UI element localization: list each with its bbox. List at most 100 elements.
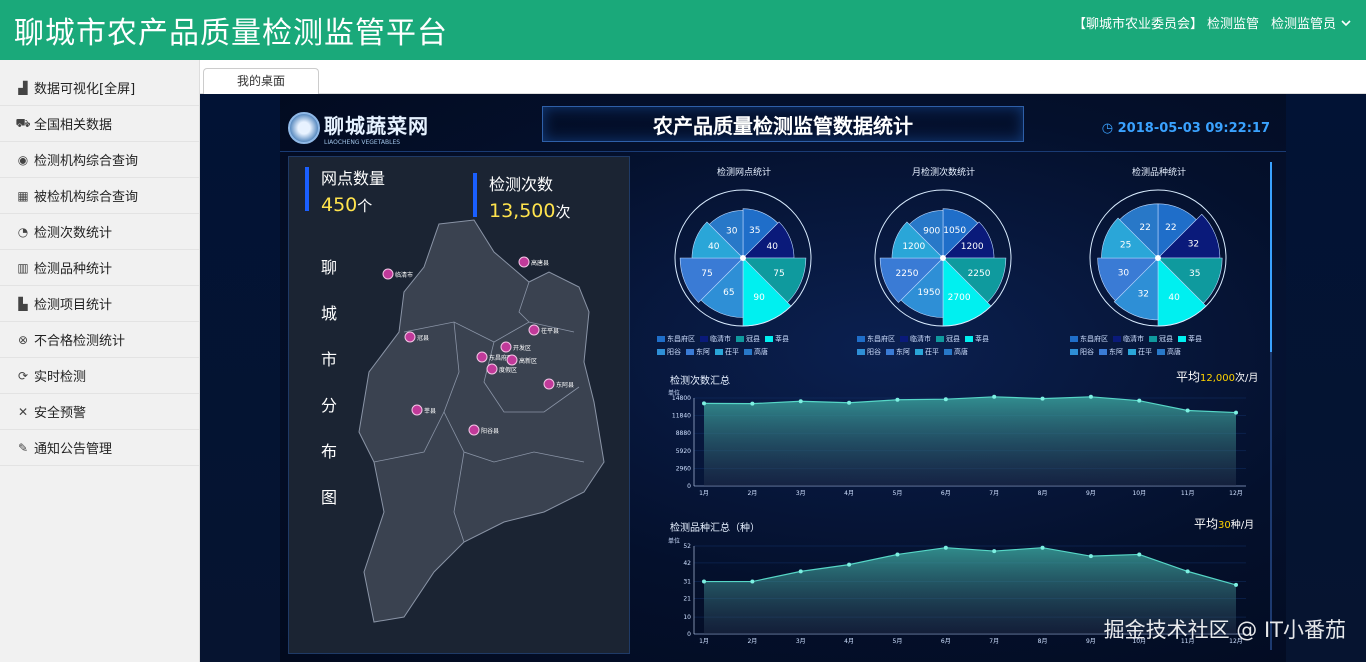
y-tick-label: 0 [687, 483, 691, 490]
column-chart-icon: ▙ [18, 296, 28, 311]
data-point[interactable] [702, 401, 706, 406]
sidebar-item[interactable]: ⛟ 全国相关数据 [0, 106, 199, 142]
y-tick-label: 31 [683, 579, 691, 586]
legend-label: 东阿 [696, 348, 710, 356]
legend-item[interactable]: 高唐 [744, 347, 768, 357]
legend-item[interactable]: 茌平 [715, 347, 739, 357]
header-user-area[interactable]: 【聊城市农业委员会】 检测监管 检测监管员 [1073, 13, 1352, 32]
data-point[interactable] [1234, 410, 1238, 415]
data-point[interactable] [847, 400, 852, 405]
data-point[interactable] [1234, 582, 1238, 587]
data-point[interactable] [798, 569, 803, 574]
legend-item[interactable]: 高唐 [1157, 347, 1181, 357]
x-tick-label: 3月 [796, 490, 806, 497]
legend-item[interactable]: 莘县 [965, 334, 989, 344]
data-point[interactable] [847, 562, 852, 567]
city-marker[interactable] [506, 354, 518, 366]
legend-item[interactable]: 阳谷 [1070, 347, 1094, 357]
legend-item[interactable]: 茌平 [1128, 347, 1152, 357]
legend-swatch [936, 336, 944, 342]
sidebar-item[interactable]: ✎ 通知公告管理 [0, 430, 199, 466]
legend-item[interactable]: 东昌府区 [1070, 334, 1108, 344]
city-marker[interactable] [518, 256, 530, 268]
sidebar-item[interactable]: ▟ 数据可视化[全屏] [0, 70, 199, 106]
data-point[interactable] [1185, 408, 1190, 413]
legend-item[interactable]: 莘县 [765, 334, 789, 344]
pie-chart-outlets[interactable]: 35 40 75 90 65 75 40 30 [673, 188, 813, 328]
data-point[interactable] [895, 552, 900, 557]
data-point[interactable] [702, 579, 706, 584]
data-point[interactable] [1137, 552, 1142, 557]
chevron-down-icon[interactable] [1340, 17, 1352, 29]
data-point[interactable] [750, 579, 755, 584]
sidebar-item[interactable]: ◔ 检测次数统计 [0, 214, 199, 250]
tab-my-desktop[interactable]: 我的桌面 [203, 68, 319, 94]
sidebar-item[interactable]: ⟳ 实时检测 [0, 358, 199, 394]
sidebar-item[interactable]: ▥ 检测品种统计 [0, 250, 199, 286]
city-label: 开发区 [513, 344, 531, 352]
city-marker[interactable] [468, 424, 480, 436]
user-menu[interactable]: 检测监管员 [1271, 13, 1336, 32]
legend-item[interactable]: 茌平 [915, 347, 939, 357]
sidebar-item[interactable]: ⊗ 不合格检测统计 [0, 322, 199, 358]
pie-chart-monthly-tests[interactable]: 1050 1200 2250 2700 1950 2250 1200 900 [873, 188, 1013, 328]
legend-item[interactable]: 冠县 [736, 334, 760, 344]
legend-item[interactable]: 高唐 [944, 347, 968, 357]
sidebar-item[interactable]: ▦ 被检机构综合查询 [0, 178, 199, 214]
data-point[interactable] [895, 397, 900, 402]
legend-item[interactable]: 东阿 [886, 347, 910, 357]
legend-item[interactable]: 东阿 [686, 347, 710, 357]
legend-item[interactable]: 阳谷 [857, 347, 881, 357]
legend-label: 阳谷 [667, 348, 681, 356]
sidebar-item[interactable]: ◉ 检测机构综合查询 [0, 142, 199, 178]
data-point[interactable] [1040, 396, 1045, 401]
city-marker[interactable] [486, 363, 498, 375]
city-marker[interactable] [528, 324, 540, 336]
legend-item[interactable]: 临清市 [900, 334, 931, 344]
city-marker[interactable] [382, 268, 394, 280]
city-map[interactable]: 临清市高唐县茌平县冠县东昌府区开发区高新区度假区东阿县莘县阳谷县 [344, 212, 624, 632]
x-tick-label: 9月 [1086, 490, 1096, 497]
logo-name: 聊城蔬菜网 [324, 114, 429, 138]
sidebar-item[interactable]: ▙ 检测项目统计 [0, 286, 199, 322]
data-point[interactable] [1137, 398, 1142, 403]
area-chart-tests[interactable]: 单位029605920888011840148001月 2月 3月 4月 5月 6月 7月 8… [662, 386, 1254, 498]
pie-center [940, 255, 946, 261]
chart-scrollbar[interactable] [1270, 162, 1272, 650]
logo-emblem-icon [288, 112, 320, 144]
data-point[interactable] [1088, 394, 1093, 399]
legend-item[interactable]: 冠县 [936, 334, 960, 344]
city-marker[interactable] [543, 378, 555, 390]
legend-swatch [715, 349, 723, 355]
pie-label: 30 [726, 227, 738, 237]
y-tick-label: 10 [683, 614, 691, 621]
data-point[interactable] [992, 549, 997, 554]
legend-swatch [736, 336, 744, 342]
legend-item[interactable]: 阳谷 [657, 347, 681, 357]
scrollbar-thumb[interactable] [1270, 162, 1272, 352]
legend-item[interactable]: 东昌府区 [657, 334, 695, 344]
data-point[interactable] [943, 545, 948, 550]
legend-item[interactable]: 临清市 [1113, 334, 1144, 344]
sidebar-item-label: 检测品种统计 [34, 262, 113, 277]
data-point[interactable] [1040, 545, 1045, 550]
sidebar-item-label: 数据可视化[全屏] [34, 82, 136, 97]
data-point[interactable] [750, 401, 755, 406]
data-point[interactable] [943, 397, 948, 402]
pie-label: 90 [753, 293, 765, 303]
data-point[interactable] [798, 399, 803, 404]
legend-item[interactable]: 冠县 [1149, 334, 1173, 344]
legend-item[interactable]: 临清市 [700, 334, 731, 344]
city-marker[interactable] [404, 331, 416, 343]
sidebar-item[interactable]: ✕ 安全预警 [0, 394, 199, 430]
data-point[interactable] [1185, 569, 1190, 574]
data-point[interactable] [992, 394, 997, 399]
data-point[interactable] [1088, 554, 1093, 559]
city-marker[interactable] [411, 404, 423, 416]
city-marker[interactable] [500, 341, 512, 353]
city-marker[interactable] [476, 351, 488, 363]
pie-chart-varieties[interactable]: 22 32 35 40 32 30 25 22 [1088, 188, 1228, 328]
legend-item[interactable]: 莘县 [1178, 334, 1202, 344]
legend-item[interactable]: 东阿 [1099, 347, 1123, 357]
legend-item[interactable]: 东昌府区 [857, 334, 895, 344]
